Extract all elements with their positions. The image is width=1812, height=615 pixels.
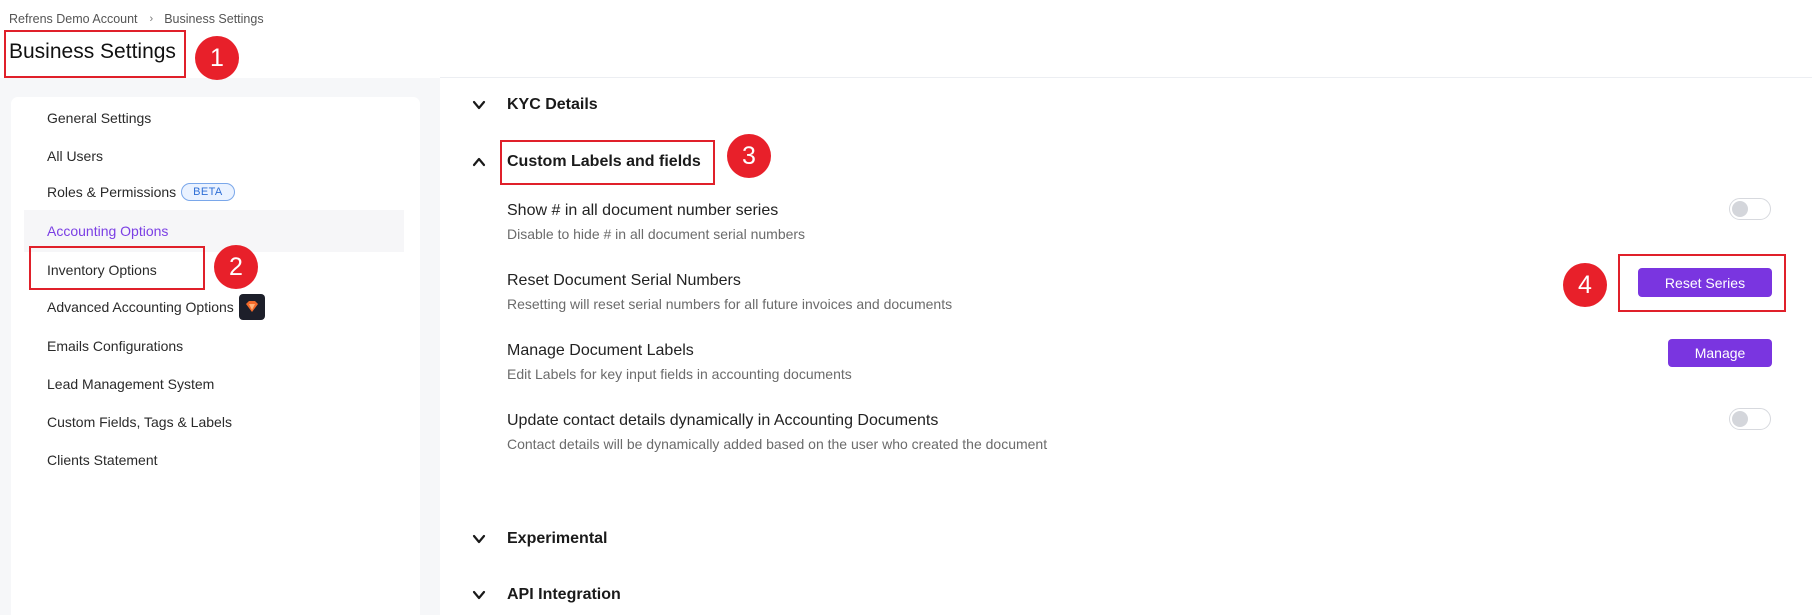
sidebar-item-label: Advanced Accounting Options (47, 299, 234, 315)
setting-manage-document-labels: Manage Document Labels Edit Labels for k… (507, 342, 852, 382)
sidebar-item-clients-statement[interactable]: Clients Statement (24, 439, 404, 481)
annotation-marker-2: 2 (214, 245, 258, 289)
chevron-right-icon: › (149, 13, 154, 25)
setting-title: Show # in all document number series (507, 202, 779, 219)
breadcrumb: Refrens Demo Account › Business Settings (9, 12, 264, 26)
section-experimental[interactable]: Experimental (470, 530, 607, 548)
chevron-down-icon (470, 586, 488, 604)
sidebar-item-label: Lead Management System (47, 376, 215, 392)
section-title: API Integration (507, 586, 621, 603)
show-hash-toggle[interactable] (1729, 198, 1771, 220)
header-divider (440, 77, 1812, 78)
setting-title: Manage Document Labels (507, 342, 694, 359)
section-title: KYC Details (507, 96, 598, 113)
toggle-knob (1732, 201, 1748, 217)
breadcrumb-account-link[interactable]: Refrens Demo Account (9, 12, 138, 26)
chevron-up-icon (470, 153, 488, 171)
beta-badge: BETA (181, 183, 235, 201)
sidebar-item-general-settings[interactable]: General Settings (24, 97, 404, 139)
setting-description: Contact details will be dynamically adde… (507, 436, 1048, 452)
sidebar-item-label: Custom Fields, Tags & Labels (47, 414, 232, 430)
update-contact-toggle[interactable] (1729, 408, 1771, 430)
setting-description: Edit Labels for key input fields in acco… (507, 366, 852, 382)
sidebar-item-label: Emails Configurations (47, 338, 184, 354)
annotation-box-4 (1618, 254, 1786, 312)
setting-show-hash: Show # in all document number series Dis… (507, 202, 805, 242)
annotation-box-3 (500, 140, 715, 185)
annotation-marker-1: 1 (195, 36, 239, 80)
annotation-marker-3: 3 (727, 134, 771, 178)
annotation-box-2 (29, 246, 205, 290)
sidebar-item-label: Accounting Options (47, 223, 169, 239)
settings-sidebar: General Settings All Users Roles & Permi… (11, 97, 420, 615)
sidebar-item-custom-fields-tags-labels[interactable]: Custom Fields, Tags & Labels (24, 401, 404, 443)
breadcrumb-current: Business Settings (164, 12, 264, 26)
sidebar-item-label: All Users (47, 148, 104, 164)
annotation-box-1 (4, 30, 186, 78)
premium-gem-icon (238, 294, 265, 320)
chevron-down-icon (470, 96, 488, 114)
setting-title: Update contact details dynamically in Ac… (507, 412, 939, 429)
setting-reset-serial-numbers: Reset Document Serial Numbers Resetting … (507, 272, 952, 312)
setting-title: Reset Document Serial Numbers (507, 272, 741, 289)
section-kyc-details[interactable]: KYC Details (470, 96, 598, 114)
setting-description: Resetting will reset serial numbers for … (507, 296, 953, 312)
business-settings-page: Refrens Demo Account › Business Settings… (0, 0, 1812, 615)
sidebar-item-advanced-accounting-options[interactable]: Advanced Accounting Options (24, 286, 404, 328)
toggle-knob (1732, 411, 1748, 427)
sidebar-item-label: Roles & Permissions (47, 184, 177, 200)
chevron-down-icon (470, 530, 488, 548)
annotation-marker-4: 4 (1563, 263, 1607, 307)
section-title: Experimental (507, 530, 608, 547)
setting-description: Disable to hide # in all document serial… (507, 226, 806, 242)
sidebar-item-label: Clients Statement (47, 452, 158, 468)
sidebar-item-lead-management-system[interactable]: Lead Management System (24, 363, 404, 405)
section-api-integration[interactable]: API Integration (470, 586, 621, 604)
manage-button[interactable]: Manage (1668, 339, 1772, 367)
sidebar-item-label: General Settings (47, 110, 152, 126)
sidebar-item-emails-configurations[interactable]: Emails Configurations (24, 325, 404, 367)
setting-update-contact-details: Update contact details dynamically in Ac… (507, 412, 1047, 452)
sidebar-item-roles-permissions[interactable]: Roles & Permissions BETA (24, 171, 404, 213)
